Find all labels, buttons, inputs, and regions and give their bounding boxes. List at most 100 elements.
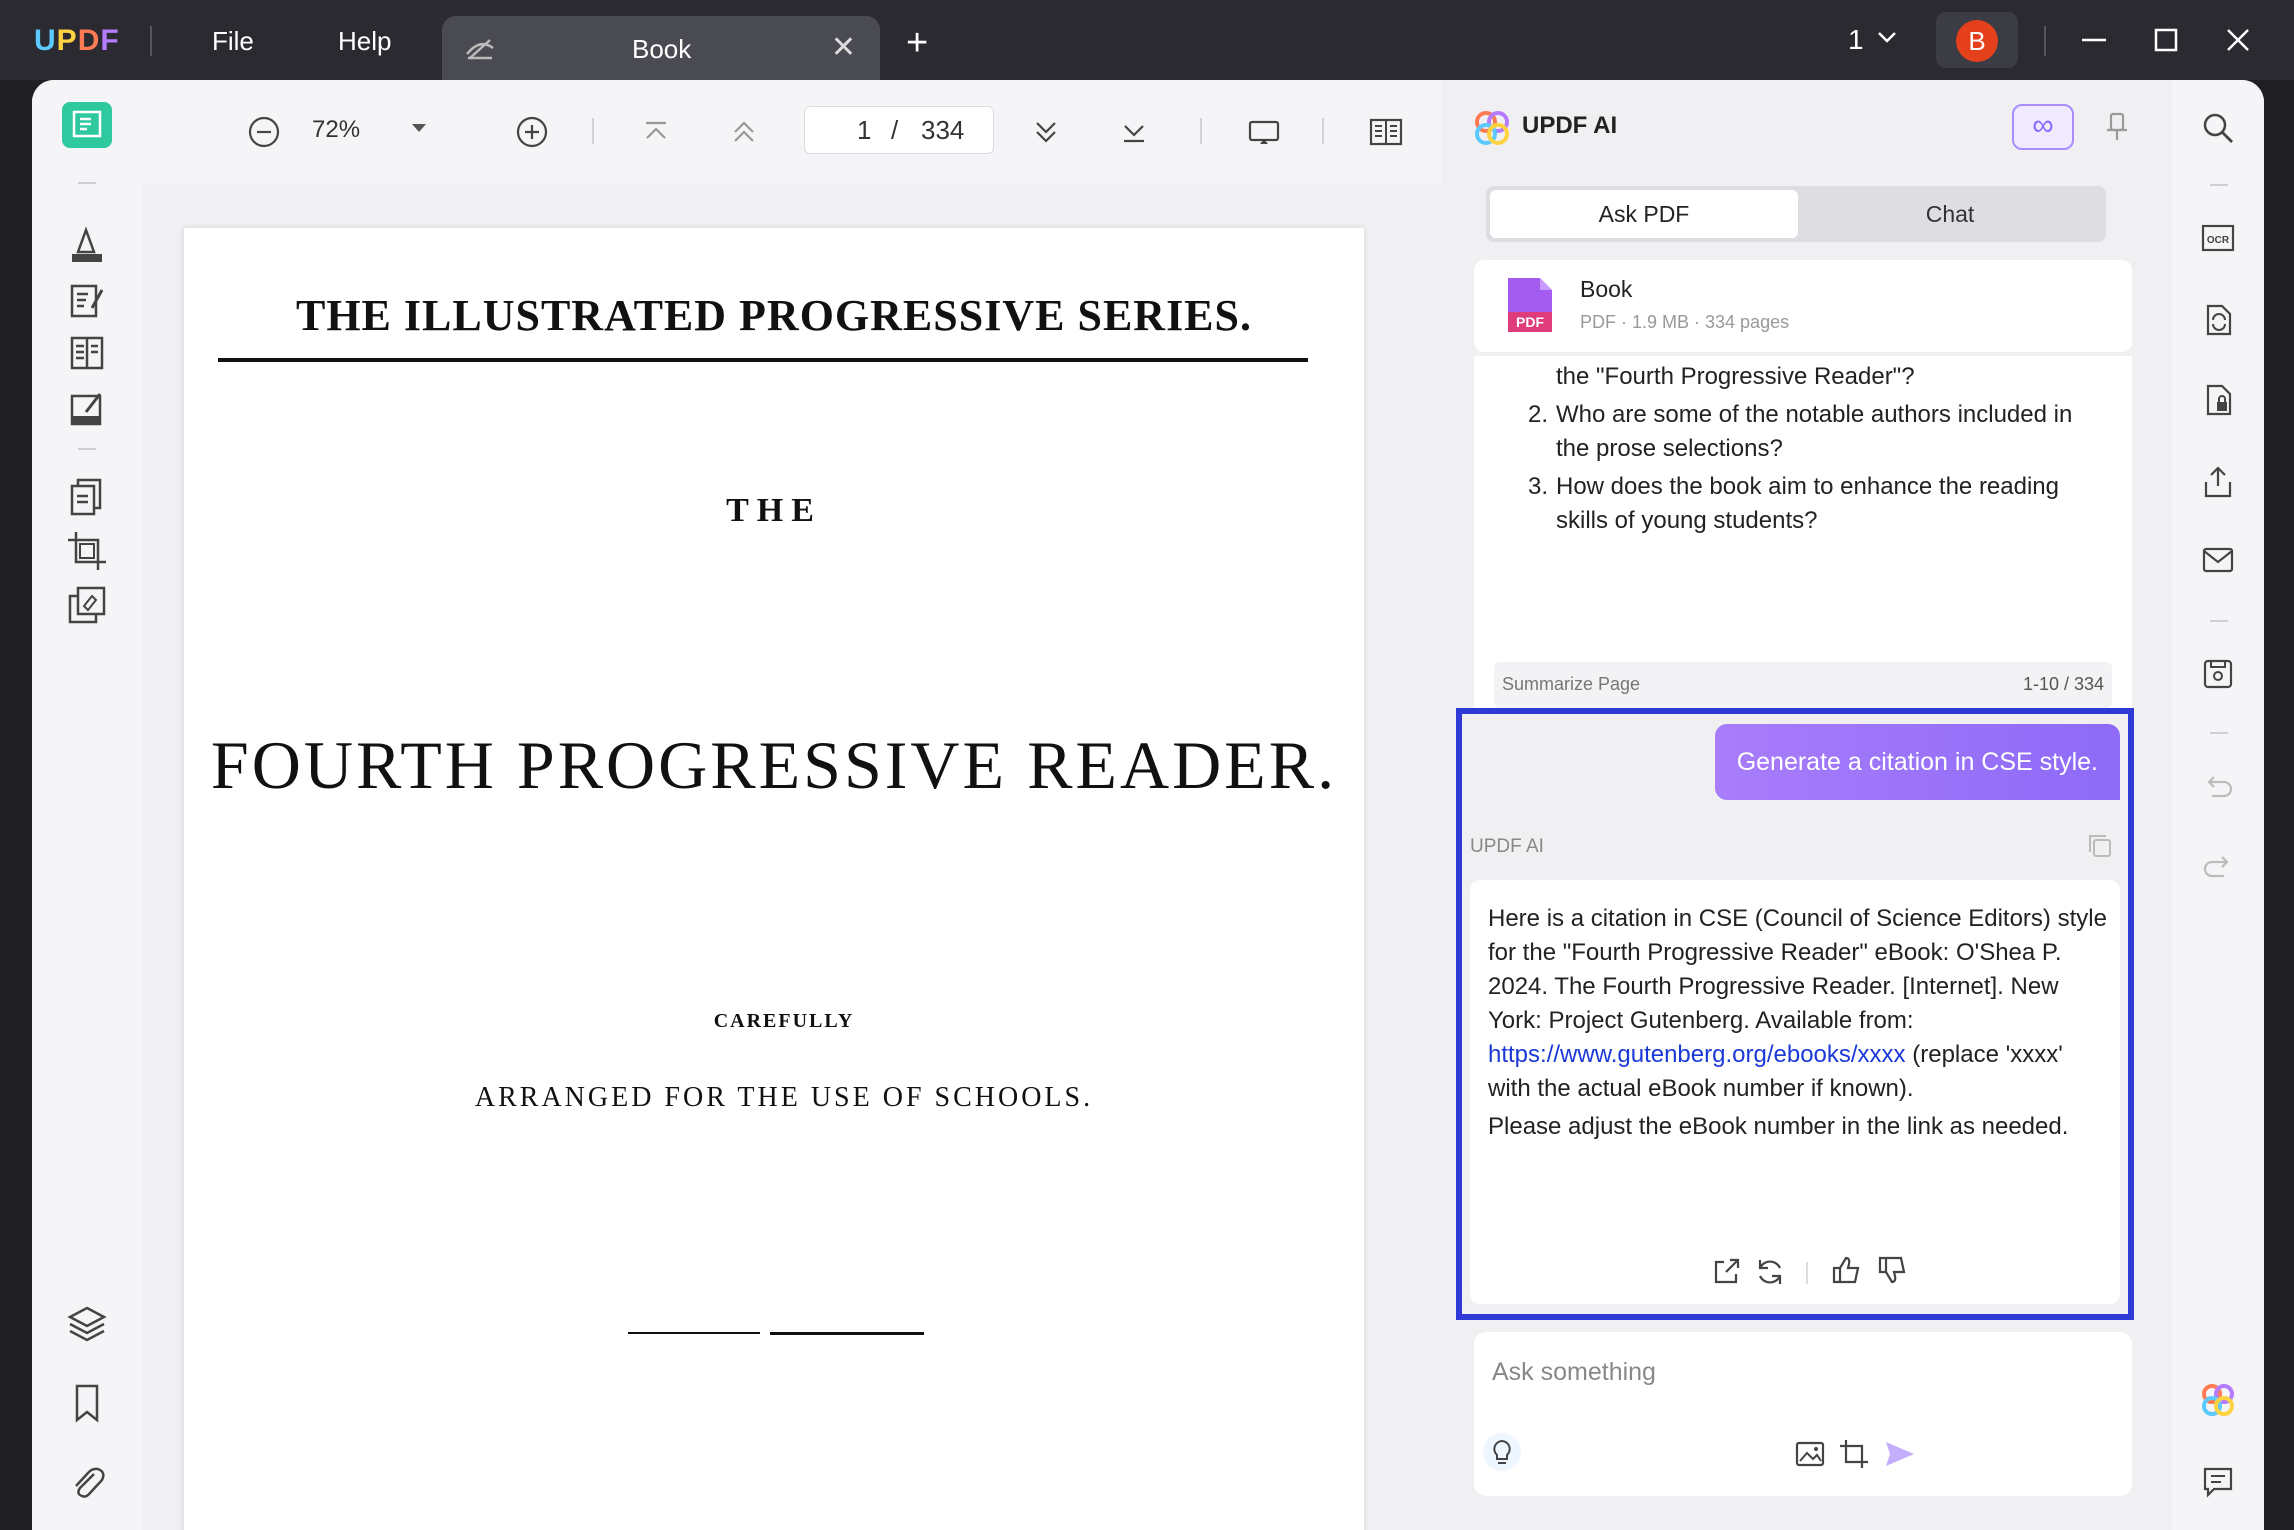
copy-icon[interactable] <box>2086 832 2114 860</box>
crop-icon[interactable] <box>64 528 110 574</box>
toolbar-separator <box>1322 118 1324 144</box>
menu-help[interactable]: Help <box>338 26 391 57</box>
reply-sender: UPDF AI <box>1470 836 1544 857</box>
minimize-icon[interactable] <box>2076 22 2112 58</box>
tab-ask-pdf[interactable]: Ask PDF <box>1490 190 1798 238</box>
read-mode-icon <box>466 39 494 60</box>
updf-ai-launcher-icon[interactable] <box>2198 1380 2238 1420</box>
decorative-rule <box>628 1332 760 1334</box>
screenshot-crop-icon[interactable] <box>1836 1436 1872 1472</box>
heading-rule <box>218 358 1308 362</box>
zoom-in-icon[interactable] <box>514 114 550 150</box>
window-count[interactable]: 1 <box>1848 24 1864 56</box>
search-icon[interactable] <box>2200 110 2236 146</box>
pdf-page: THE ILLUSTRATED PROGRESSIVE SERIES. THE … <box>184 228 1364 1530</box>
title-separator <box>150 26 152 56</box>
toolbar-separator <box>2210 620 2228 622</box>
toolbar-separator <box>78 448 96 450</box>
chevron-down-icon[interactable] <box>1876 26 1898 48</box>
save-icon[interactable] <box>2200 656 2236 692</box>
list-item: 2. Who are some of the notable authors in… <box>1528 398 2108 466</box>
redo-icon[interactable] <box>2200 850 2236 886</box>
new-tab-button[interactable]: + <box>906 22 928 65</box>
reader-mode-button[interactable] <box>62 102 112 148</box>
stamp-icon[interactable] <box>64 582 110 628</box>
chat-exchange: Generate a citation in CSE style. UPDF A… <box>1462 714 2128 1314</box>
share-icon[interactable] <box>2200 464 2236 500</box>
previous-page-icon[interactable] <box>726 114 762 150</box>
page-display-icon[interactable] <box>1368 114 1404 150</box>
ai-panel-title: UPDF AI <box>1522 112 1618 139</box>
form-fill-icon[interactable] <box>64 386 110 432</box>
ask-input[interactable] <box>1492 1352 2112 1392</box>
list-item-number: 3. <box>1528 473 1549 500</box>
title-bar: UPDF File Help Book ✕ + 1 B <box>0 0 2294 80</box>
document-viewer[interactable]: THE ILLUSTRATED PROGRESSIVE SERIES. THE … <box>142 184 1442 1530</box>
svg-text:OCR: OCR <box>2207 235 2230 246</box>
lightbulb-icon[interactable] <box>1482 1432 1522 1472</box>
thumbs-up-icon[interactable] <box>1830 1254 1862 1286</box>
convert-icon[interactable] <box>2200 302 2236 338</box>
regenerate-icon[interactable] <box>1754 1256 1786 1288</box>
maximize-icon[interactable] <box>2148 22 2184 58</box>
organize-pages-icon[interactable] <box>64 474 110 520</box>
zoom-out-icon[interactable] <box>246 114 282 150</box>
citation-highlight: Generate a citation in CSE style. UPDF A… <box>1456 708 2134 1320</box>
next-page-icon[interactable] <box>1028 114 1064 150</box>
document-tab[interactable]: Book ✕ <box>442 16 880 80</box>
user-avatar[interactable]: B <box>1936 12 2018 68</box>
page-organize-icon[interactable] <box>64 330 110 376</box>
toolbar-separator <box>592 118 594 144</box>
series-heading: THE ILLUSTRATED PROGRESSIVE SERIES. <box>295 291 1253 340</box>
bookmark-icon[interactable] <box>64 1380 110 1426</box>
first-page-icon[interactable] <box>638 114 674 150</box>
pin-icon[interactable] <box>2102 110 2132 144</box>
export-icon[interactable] <box>1710 1256 1742 1288</box>
ask-input-box <box>1474 1332 2132 1496</box>
file-card: PDF Book PDF · 1.9 MB · 334 pages <box>1474 260 2132 352</box>
zoom-level[interactable]: 72% <box>312 116 360 144</box>
tab-name: Book <box>632 34 692 64</box>
send-icon[interactable] <box>1882 1436 1918 1472</box>
arranged-text: ARRANGED FOR THE USE OF SCHOOLS. <box>474 1082 1094 1113</box>
close-window-icon[interactable] <box>2220 22 2256 58</box>
attachment-icon[interactable] <box>64 1460 110 1506</box>
ai-panel: UPDF AI ∞ Ask PDF Chat PDF Book PDF · 1.… <box>1442 80 2172 1530</box>
menu-file[interactable]: File <box>212 26 254 57</box>
undo-icon[interactable] <box>2200 770 2236 806</box>
presentation-icon[interactable] <box>1246 114 1282 150</box>
zoom-dropdown-icon[interactable] <box>412 124 426 132</box>
carefully-text: CAREFULLY <box>713 1010 855 1032</box>
thumbs-down-icon[interactable] <box>1876 1254 1908 1286</box>
ai-reply-card: Here is a citation in CSE (Council of Sc… <box>1470 880 2120 1304</box>
edit-pdf-icon[interactable] <box>64 278 110 324</box>
file-meta: PDF · 1.9 MB · 334 pages <box>1580 312 1790 332</box>
page-number-input[interactable]: 1 / 334 <box>804 106 994 154</box>
toolbar-separator <box>1200 118 1202 144</box>
suggested-questions: 1. What are the main instructional topics… <box>1528 356 2108 542</box>
toolbar-separator <box>78 182 96 184</box>
email-icon[interactable] <box>2200 542 2236 578</box>
ai-reply-text: Here is a citation in CSE (Council of Sc… <box>1488 902 2108 1148</box>
ai-mode-tabs: Ask PDF Chat <box>1486 186 2106 242</box>
tab-chat[interactable]: Chat <box>1798 190 2102 238</box>
pdf-file-icon: PDF <box>1508 278 1552 332</box>
comment-highlight-icon[interactable] <box>64 222 110 268</box>
ocr-icon[interactable]: OCR <box>2200 220 2236 256</box>
unlimited-button[interactable]: ∞ <box>2012 104 2074 150</box>
tab-close-icon[interactable]: ✕ <box>831 30 856 65</box>
layers-icon[interactable] <box>64 1300 110 1346</box>
summarize-label: Summarize Page <box>1502 674 1641 694</box>
list-item: 3. How does the book aim to enhance the r… <box>1528 470 2108 538</box>
list-item: 1. What are the main instructional topics… <box>1528 356 2108 394</box>
list-item-number: 1. <box>1528 356 1548 360</box>
protect-icon[interactable] <box>2200 382 2236 418</box>
comments-panel-icon[interactable] <box>2200 1464 2236 1500</box>
page-slash: / <box>891 115 899 145</box>
last-page-icon[interactable] <box>1116 114 1152 150</box>
summarize-range: 1-10 / 334 <box>2022 674 2104 694</box>
summarize-page-row[interactable]: Summarize Page 1-10 / 334 <box>1494 662 2112 708</box>
file-name: Book <box>1580 276 1633 302</box>
citation-link[interactable]: https://www.gutenberg.org/ebooks/xxxx <box>1488 1041 1906 1068</box>
image-upload-icon[interactable] <box>1792 1436 1828 1472</box>
